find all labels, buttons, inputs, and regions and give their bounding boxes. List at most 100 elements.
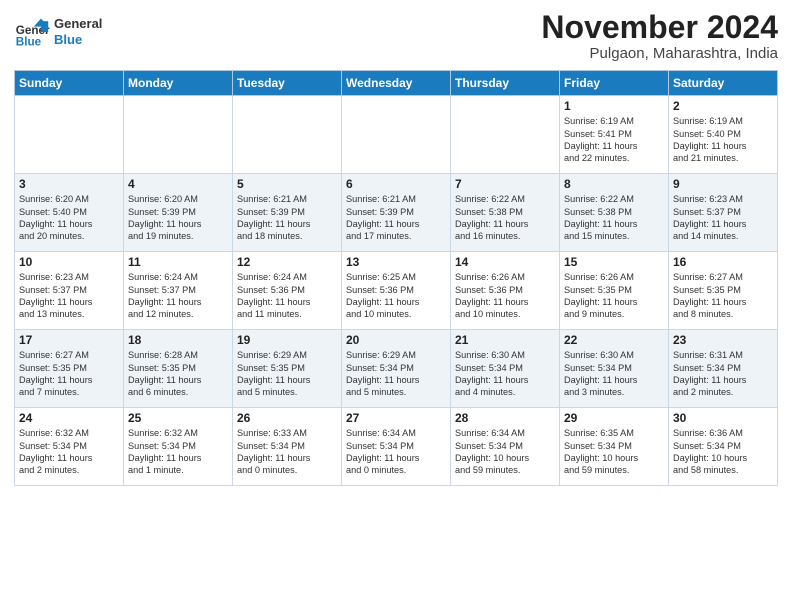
day-number: 11 [128, 255, 228, 269]
month-title: November 2024 [541, 10, 778, 45]
day-number: 21 [455, 333, 555, 347]
day-number: 14 [455, 255, 555, 269]
day-number: 24 [19, 411, 119, 425]
day-number: 30 [673, 411, 773, 425]
calendar-table: Sunday Monday Tuesday Wednesday Thursday… [14, 70, 778, 486]
day-number: 3 [19, 177, 119, 191]
calendar-week-row: 3 Sunrise: 6:20 AM Sunset: 5:40 PM Daylig… [15, 174, 778, 252]
logo: General Blue General Blue [14, 14, 102, 50]
day-info: Sunrise: 6:33 AM Sunset: 5:34 PM Dayligh… [237, 427, 337, 477]
calendar-week-row: 10 Sunrise: 6:23 AM Sunset: 5:37 PM Dayli… [15, 252, 778, 330]
day-info: Sunrise: 6:29 AM Sunset: 5:34 PM Dayligh… [346, 349, 446, 399]
header-sunday: Sunday [15, 71, 124, 96]
day-number: 23 [673, 333, 773, 347]
day-number: 10 [19, 255, 119, 269]
day-number: 5 [237, 177, 337, 191]
svg-text:Blue: Blue [16, 36, 42, 49]
day-info: Sunrise: 6:19 AM Sunset: 5:40 PM Dayligh… [673, 115, 773, 165]
table-row: 28Sunrise: 6:34 AM Sunset: 5:34 PM Dayli… [451, 408, 560, 486]
day-number: 25 [128, 411, 228, 425]
day-info: Sunrise: 6:24 AM Sunset: 5:37 PM Dayligh… [128, 271, 228, 321]
table-row: 22 Sunrise: 6:30 AM Sunset: 5:34 PM Dayli… [560, 330, 669, 408]
table-row: 24 Sunrise: 6:32 AM Sunset: 5:34 PM Dayli… [15, 408, 124, 486]
table-row: 25 Sunrise: 6:32 AM Sunset: 5:34 PM Dayli… [124, 408, 233, 486]
day-number: 15 [564, 255, 664, 269]
day-number: 2 [673, 99, 773, 113]
day-info: Sunrise: 6:30 AM Sunset: 5:34 PM Dayligh… [564, 349, 664, 399]
day-info: Sunrise: 6:35 AM Sunset: 5:34 PM Dayligh… [564, 427, 664, 477]
table-row: 1 Sunrise: 6:19 AM Sunset: 5:41 PM Daylig… [560, 96, 669, 174]
header-friday: Friday [560, 71, 669, 96]
day-info: Sunrise: 6:23 AM Sunset: 5:37 PM Dayligh… [19, 271, 119, 321]
table-row: 3 Sunrise: 6:20 AM Sunset: 5:40 PM Daylig… [15, 174, 124, 252]
table-row [233, 96, 342, 174]
calendar-week-row: 24 Sunrise: 6:32 AM Sunset: 5:34 PM Dayli… [15, 408, 778, 486]
day-info: Sunrise: 6:20 AM Sunset: 5:39 PM Dayligh… [128, 193, 228, 243]
table-row: 14 Sunrise: 6:26 AM Sunset: 5:36 PM Dayli… [451, 252, 560, 330]
day-info: Sunrise: 6:32 AM Sunset: 5:34 PM Dayligh… [19, 427, 119, 477]
table-row: 13 Sunrise: 6:25 AM Sunset: 5:36 PM Dayli… [342, 252, 451, 330]
day-number: 17 [19, 333, 119, 347]
header-wednesday: Wednesday [342, 71, 451, 96]
day-number: 4 [128, 177, 228, 191]
header-monday: Monday [124, 71, 233, 96]
table-row: 26 Sunrise: 6:33 AM Sunset: 5:34 PM Dayli… [233, 408, 342, 486]
header-thursday: Thursday [451, 71, 560, 96]
day-number: 16 [673, 255, 773, 269]
day-info: Sunrise: 6:26 AM Sunset: 5:36 PM Dayligh… [455, 271, 555, 321]
day-info: Sunrise: 6:27 AM Sunset: 5:35 PM Dayligh… [19, 349, 119, 399]
day-info: Sunrise: 6:21 AM Sunset: 5:39 PM Dayligh… [237, 193, 337, 243]
day-number: 19 [237, 333, 337, 347]
day-number: 9 [673, 177, 773, 191]
table-row: 20 Sunrise: 6:29 AM Sunset: 5:34 PM Dayli… [342, 330, 451, 408]
logo-icon: General Blue [14, 14, 50, 50]
day-number: 26 [237, 411, 337, 425]
day-info: Sunrise: 6:20 AM Sunset: 5:40 PM Dayligh… [19, 193, 119, 243]
table-row: 8 Sunrise: 6:22 AM Sunset: 5:38 PM Daylig… [560, 174, 669, 252]
day-number: 22 [564, 333, 664, 347]
logo-general: General [54, 16, 102, 32]
day-info: Sunrise: 6:21 AM Sunset: 5:39 PM Dayligh… [346, 193, 446, 243]
table-row: 15Sunrise: 6:26 AM Sunset: 5:35 PM Dayli… [560, 252, 669, 330]
day-info: Sunrise: 6:19 AM Sunset: 5:41 PM Dayligh… [564, 115, 664, 165]
table-row: 21 Sunrise: 6:30 AM Sunset: 5:34 PM Dayli… [451, 330, 560, 408]
table-row: 7 Sunrise: 6:22 AM Sunset: 5:38 PM Daylig… [451, 174, 560, 252]
table-row [342, 96, 451, 174]
day-info: Sunrise: 6:27 AM Sunset: 5:35 PM Dayligh… [673, 271, 773, 321]
day-info: Sunrise: 6:30 AM Sunset: 5:34 PM Dayligh… [455, 349, 555, 399]
table-row: 27 Sunrise: 6:34 AM Sunset: 5:34 PM Dayli… [342, 408, 451, 486]
day-info: Sunrise: 6:34 AM Sunset: 5:34 PM Dayligh… [455, 427, 555, 477]
day-number: 20 [346, 333, 446, 347]
table-row [451, 96, 560, 174]
day-info: Sunrise: 6:32 AM Sunset: 5:34 PM Dayligh… [128, 427, 228, 477]
day-info: Sunrise: 6:29 AM Sunset: 5:35 PM Dayligh… [237, 349, 337, 399]
table-row: 9 Sunrise: 6:23 AM Sunset: 5:37 PM Daylig… [669, 174, 778, 252]
table-row [15, 96, 124, 174]
day-number: 7 [455, 177, 555, 191]
day-number: 27 [346, 411, 446, 425]
day-number: 13 [346, 255, 446, 269]
calendar-header-row: Sunday Monday Tuesday Wednesday Thursday… [15, 71, 778, 96]
day-info: Sunrise: 6:36 AM Sunset: 5:34 PM Dayligh… [673, 427, 773, 477]
day-number: 18 [128, 333, 228, 347]
table-row: 23Sunrise: 6:31 AM Sunset: 5:34 PM Dayli… [669, 330, 778, 408]
day-info: Sunrise: 6:22 AM Sunset: 5:38 PM Dayligh… [564, 193, 664, 243]
location: Pulgaon, Maharashtra, India [541, 45, 778, 62]
table-row: 6 Sunrise: 6:21 AM Sunset: 5:39 PM Daylig… [342, 174, 451, 252]
table-row: 18 Sunrise: 6:28 AM Sunset: 5:35 PM Dayli… [124, 330, 233, 408]
day-number: 8 [564, 177, 664, 191]
table-row [124, 96, 233, 174]
table-row: 2 Sunrise: 6:19 AM Sunset: 5:40 PM Daylig… [669, 96, 778, 174]
table-row: 16 Sunrise: 6:27 AM Sunset: 5:35 PM Dayli… [669, 252, 778, 330]
day-number: 6 [346, 177, 446, 191]
day-info: Sunrise: 6:25 AM Sunset: 5:36 PM Dayligh… [346, 271, 446, 321]
day-info: Sunrise: 6:23 AM Sunset: 5:37 PM Dayligh… [673, 193, 773, 243]
day-number: 29 [564, 411, 664, 425]
table-row: 10 Sunrise: 6:23 AM Sunset: 5:37 PM Dayli… [15, 252, 124, 330]
table-row: 17 Sunrise: 6:27 AM Sunset: 5:35 PM Dayli… [15, 330, 124, 408]
day-info: Sunrise: 6:22 AM Sunset: 5:38 PM Dayligh… [455, 193, 555, 243]
table-row: 19 Sunrise: 6:29 AM Sunset: 5:35 PM Dayli… [233, 330, 342, 408]
day-info: Sunrise: 6:34 AM Sunset: 5:34 PM Dayligh… [346, 427, 446, 477]
day-number: 1 [564, 99, 664, 113]
day-info: Sunrise: 6:28 AM Sunset: 5:35 PM Dayligh… [128, 349, 228, 399]
